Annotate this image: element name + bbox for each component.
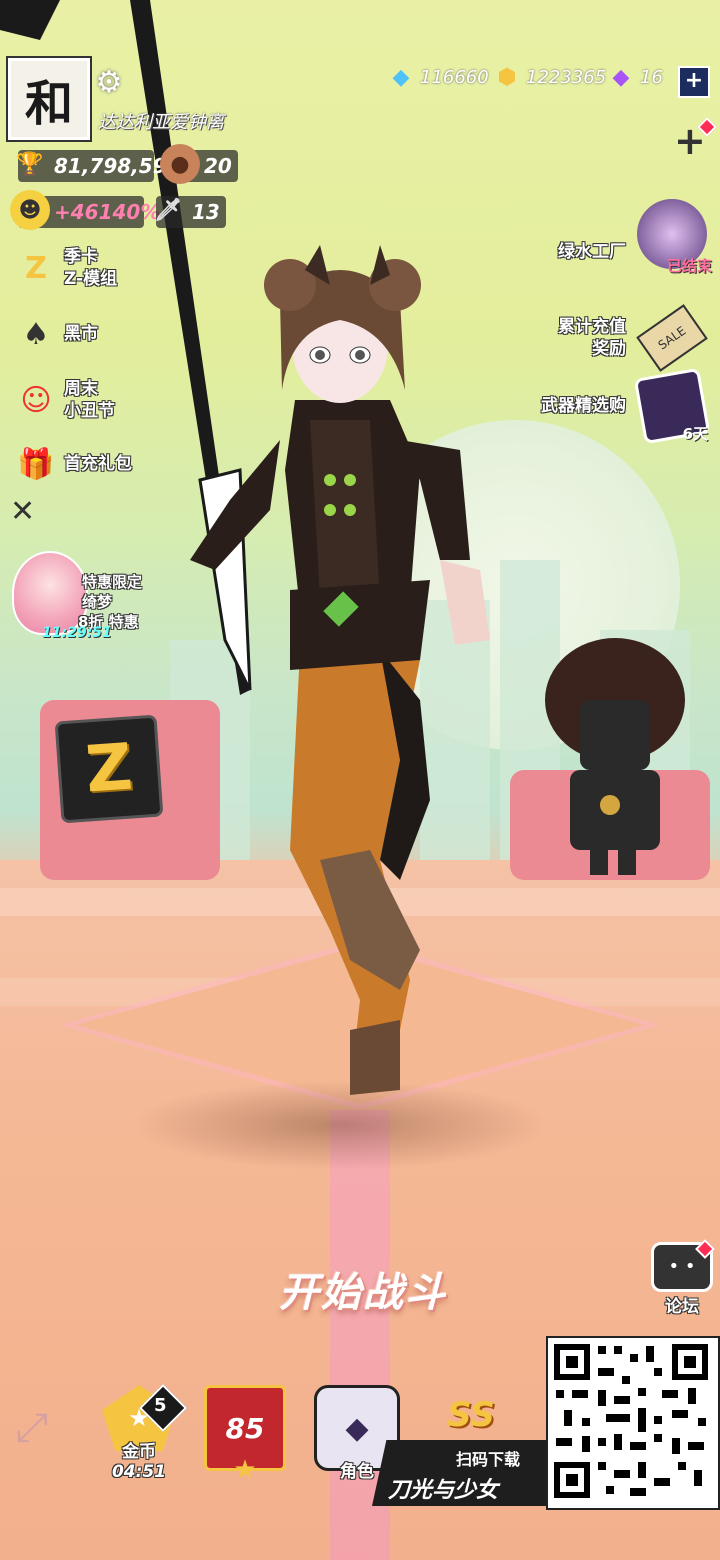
promo-limited[interactable]: 特惠限定 绮梦 8折 特惠 11:29:51 xyxy=(6,545,156,645)
right-item-recharge-reward[interactable]: 累计充值 奖励 SALE xyxy=(558,300,712,376)
spear-top xyxy=(0,0,60,40)
smiley-icon: ☻ xyxy=(10,190,50,230)
star-icon: ★ xyxy=(233,1455,257,1485)
crystal-icon: ◆ xyxy=(612,64,630,90)
menu-season-card[interactable]: Z 季卡 Z-模组 xyxy=(8,240,117,296)
z-module-card[interactable]: Z xyxy=(54,714,164,824)
coin-button[interactable]: ★ 5 金币 04:51 xyxy=(94,1383,188,1482)
sword-icon: 🗡 xyxy=(154,197,182,223)
weapon-stat: 🗡 13 xyxy=(154,196,226,228)
download-banner[interactable]: 扫码下载 刀光与少女 xyxy=(372,1440,552,1506)
qr-code-graphic xyxy=(554,1344,708,1498)
add-currency-button[interactable]: + xyxy=(678,66,710,98)
menu-clown-festival[interactable]: ☺ 周末 小丑节 xyxy=(8,372,115,428)
player-name: 达达利亚爱钟离 xyxy=(98,112,224,133)
gear-icon[interactable]: ⚙ xyxy=(92,66,126,100)
rank-badge[interactable]: SS xyxy=(426,1385,516,1445)
expand-icon[interactable]: ⤢ xyxy=(16,1408,48,1448)
promo-character-avatar xyxy=(12,551,88,635)
right-item-green-factory[interactable]: 绿水工厂 已结束 xyxy=(558,196,712,275)
promo-timer: 11:29:51 xyxy=(42,625,112,641)
menu-black-market[interactable]: ♠ 黑市 xyxy=(8,306,98,362)
right-item-weapon-select[interactable]: 武器精选购 6天 xyxy=(541,367,712,445)
gem-resource: ◆ 116660 xyxy=(386,62,489,92)
trophy-stat: 🏆 81,798,597 xyxy=(16,150,181,182)
qr-code[interactable] xyxy=(546,1336,720,1510)
crystal-resource: ◆ 16 xyxy=(606,62,663,92)
clown-icon: ☺ xyxy=(20,382,52,418)
start-battle-button[interactable]: 开始战斗 xyxy=(248,1260,478,1318)
z-card-icon: Z xyxy=(25,250,47,286)
gold-coin-icon: ⬢ xyxy=(497,64,517,90)
gift-icon: 🎁 xyxy=(17,446,55,482)
pet-stat: ● 20 xyxy=(160,144,238,184)
sale-tag-icon: SALE xyxy=(636,304,708,372)
bonus-stat: ☻ +46140% xyxy=(10,190,160,230)
gem-icon: ◆ xyxy=(392,64,410,90)
trophy-icon: 🏆 xyxy=(16,151,44,177)
gold-resource: ⬢ 1223365 xyxy=(492,62,606,92)
close-icon[interactable]: ✕ xyxy=(10,494,35,529)
level-badge[interactable]: 85 ★ xyxy=(200,1385,290,1485)
bear-icon: ● xyxy=(160,144,200,184)
spade-icon: ♠ xyxy=(22,316,50,352)
player-avatar[interactable]: 和 xyxy=(8,58,90,140)
menu-first-recharge[interactable]: 🎁 首充礼包 xyxy=(8,436,132,492)
